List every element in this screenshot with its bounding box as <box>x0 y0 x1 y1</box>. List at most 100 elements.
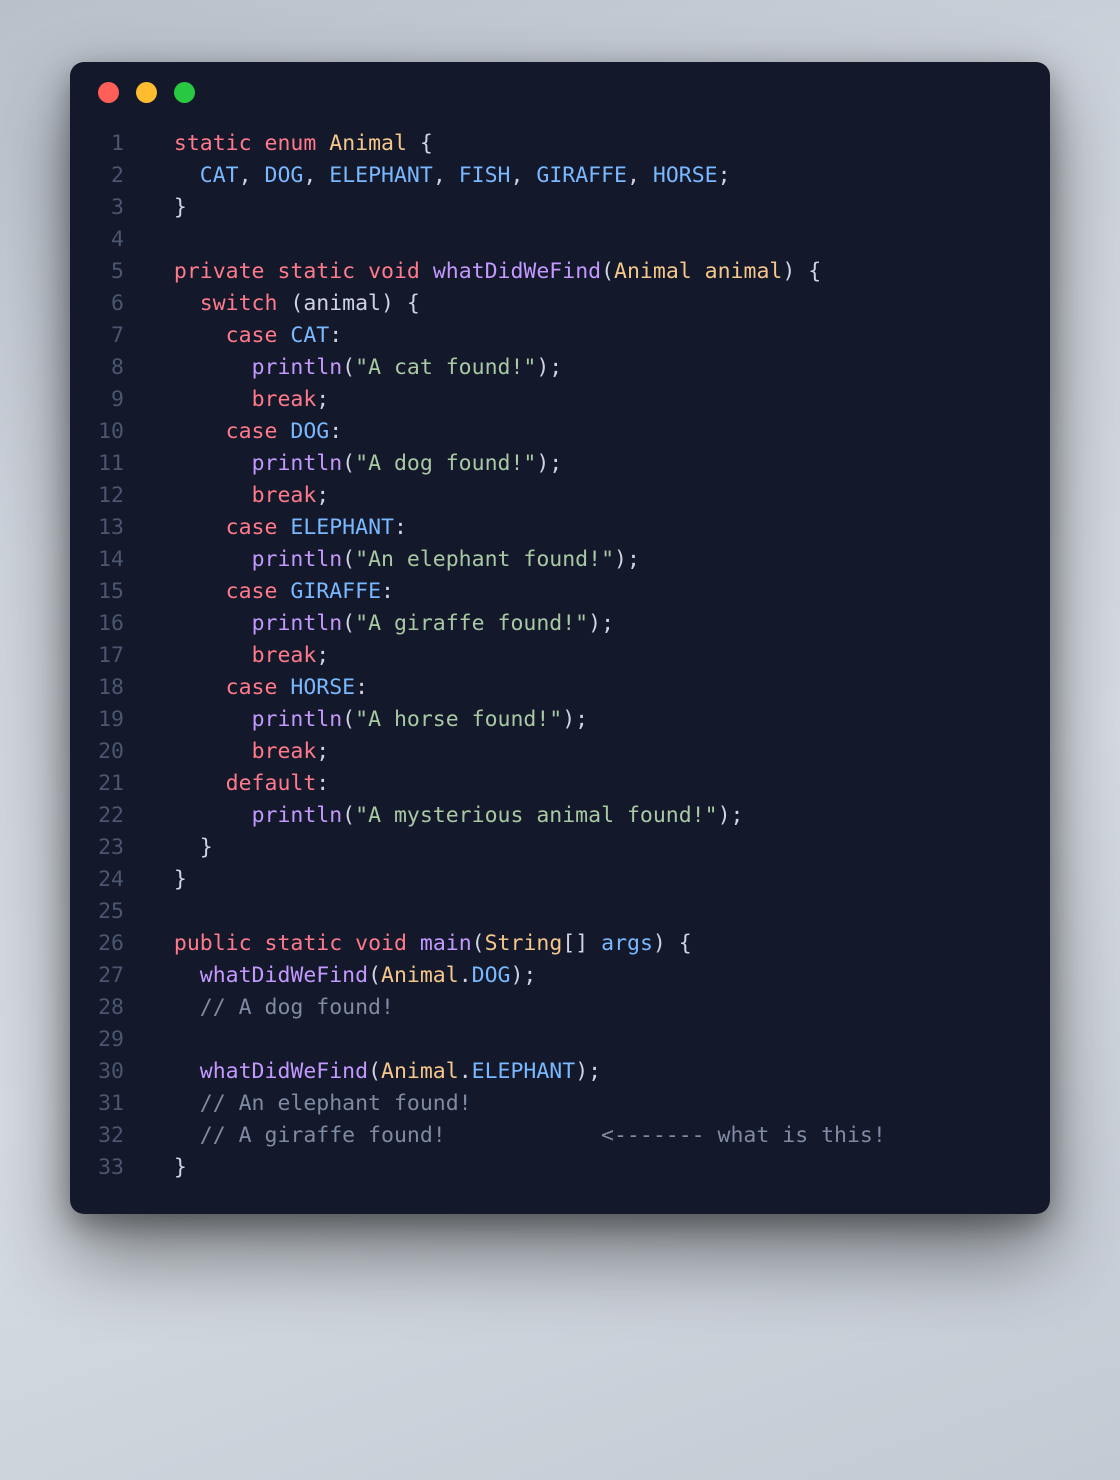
code-content: // A giraffe found! <------- what is thi… <box>148 1120 886 1152</box>
token-pun: ( <box>368 963 381 988</box>
line-number: 26 <box>70 928 148 960</box>
token-type: Animal <box>329 131 407 156</box>
token-pun: , <box>433 163 459 188</box>
token-kw: case <box>226 675 278 700</box>
token-pun <box>265 259 278 284</box>
code-line: 16 println("A giraffe found!"); <box>70 608 1050 640</box>
token-pun <box>148 739 252 764</box>
code-line: 23 } <box>70 832 1050 864</box>
token-kw: private <box>174 259 265 284</box>
code-line: 27 whatDidWeFind(Animal.DOG); <box>70 960 1050 992</box>
token-str: "A dog found!" <box>355 451 536 476</box>
token-pun <box>148 995 200 1020</box>
line-number: 24 <box>70 864 148 896</box>
token-id: HORSE <box>653 163 718 188</box>
token-pun: ( <box>342 355 355 380</box>
token-pun <box>277 323 290 348</box>
line-number: 21 <box>70 768 148 800</box>
token-type: String <box>485 931 563 956</box>
token-id: ELEPHANT <box>472 1059 576 1084</box>
token-param: animal <box>705 259 783 284</box>
code-content: } <box>148 832 213 864</box>
token-pun <box>148 547 252 572</box>
token-pun: , <box>303 163 329 188</box>
token-kw: static <box>265 931 343 956</box>
token-kw: case <box>226 515 278 540</box>
zoom-icon[interactable] <box>174 82 195 103</box>
token-cmt: // A giraffe found! <------- what is thi… <box>200 1123 886 1148</box>
token-id: CAT <box>200 163 239 188</box>
token-fn: println <box>252 707 343 732</box>
token-kw: static <box>174 131 252 156</box>
token-pun: ( <box>342 803 355 828</box>
code-line: 19 println("A horse found!"); <box>70 704 1050 736</box>
token-type: Animal <box>381 1059 459 1084</box>
token-pun <box>148 771 226 796</box>
token-kw: default <box>226 771 317 796</box>
token-kw: case <box>226 419 278 444</box>
line-number: 7 <box>70 320 148 352</box>
token-str: "A mysterious animal found!" <box>355 803 717 828</box>
token-type: Animal <box>614 259 692 284</box>
token-id: DOG <box>265 163 304 188</box>
token-pun: : <box>329 323 342 348</box>
token-pun <box>148 579 226 604</box>
token-pun <box>148 259 174 284</box>
token-pun <box>148 611 252 636</box>
code-content: println("A cat found!"); <box>148 352 562 384</box>
token-pun: , <box>510 163 536 188</box>
token-pun: ( <box>368 1059 381 1084</box>
token-pun: ; <box>316 387 329 412</box>
token-pun: ( <box>601 259 614 284</box>
token-pun: ); <box>718 803 744 828</box>
token-pun: ); <box>536 355 562 380</box>
token-fn: println <box>252 611 343 636</box>
code-content: } <box>148 192 187 224</box>
token-pun: ( <box>342 611 355 636</box>
code-line: 15 case GIRAFFE: <box>70 576 1050 608</box>
code-line: 11 println("A dog found!"); <box>70 448 1050 480</box>
line-number: 12 <box>70 480 148 512</box>
token-pun: ( <box>472 931 485 956</box>
line-number: 13 <box>70 512 148 544</box>
token-fn: whatDidWeFind <box>200 1059 368 1084</box>
token-fn: whatDidWeFind <box>433 259 601 284</box>
code-content: static enum Animal { <box>148 128 433 160</box>
token-id: ELEPHANT <box>290 515 394 540</box>
line-number: 11 <box>70 448 148 480</box>
token-pun <box>277 419 290 444</box>
token-str: "A horse found!" <box>355 707 562 732</box>
token-kw: break <box>252 739 317 764</box>
code-line: 3 } <box>70 192 1050 224</box>
token-pun <box>148 1091 200 1116</box>
close-icon[interactable] <box>98 82 119 103</box>
code-line: 33 } <box>70 1152 1050 1184</box>
token-pun: } <box>148 867 187 892</box>
code-line: 28 // A dog found! <box>70 992 1050 1024</box>
token-id: GIRAFFE <box>536 163 627 188</box>
token-pun: } <box>148 835 213 860</box>
token-str: "An elephant found!" <box>355 547 614 572</box>
code-line: 22 println("A mysterious animal found!")… <box>70 800 1050 832</box>
token-fn: whatDidWeFind <box>200 963 368 988</box>
token-pun <box>420 259 433 284</box>
minimize-icon[interactable] <box>136 82 157 103</box>
line-number: 31 <box>70 1088 148 1120</box>
code-content: println("A giraffe found!"); <box>148 608 614 640</box>
code-content: } <box>148 1152 187 1184</box>
token-pun: : <box>329 419 342 444</box>
token-pun <box>342 931 355 956</box>
token-pun <box>148 931 174 956</box>
token-pun: ); <box>562 707 588 732</box>
code-editor[interactable]: 1 static enum Animal {2 CAT, DOG, ELEPHA… <box>70 122 1050 1184</box>
code-content: println("A mysterious animal found!"); <box>148 800 743 832</box>
token-pun: ); <box>536 451 562 476</box>
code-line: 1 static enum Animal { <box>70 128 1050 160</box>
token-pun <box>252 931 265 956</box>
token-kw: static <box>277 259 355 284</box>
token-kw: void <box>355 931 407 956</box>
code-line: 18 case HORSE: <box>70 672 1050 704</box>
code-content: case DOG: <box>148 416 342 448</box>
token-pun <box>148 963 200 988</box>
token-pun: : <box>394 515 407 540</box>
